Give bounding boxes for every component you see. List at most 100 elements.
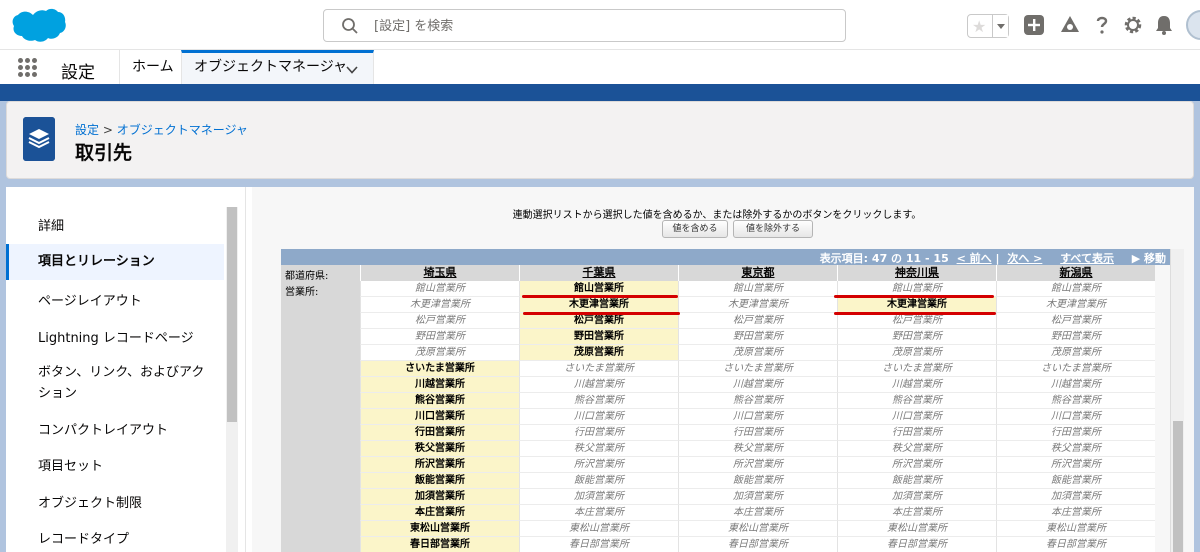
next-link[interactable]: 次へ > — [1007, 252, 1042, 265]
grid-cell[interactable]: 木更津営業所 — [360, 297, 519, 313]
grid-cell[interactable]: さいたま営業所 — [678, 361, 837, 377]
notifications-bell-icon[interactable] — [1153, 14, 1175, 36]
grid-cell[interactable]: 木更津営業所 — [678, 297, 837, 313]
show-all-link[interactable]: すべて表示 — [1060, 252, 1114, 265]
grid-cell[interactable]: 加須営業所 — [519, 489, 678, 505]
matrix-scrollbar[interactable] — [1170, 249, 1184, 552]
grid-cell[interactable]: 川口営業所 — [360, 409, 519, 425]
grid-cell[interactable]: 熊谷営業所 — [837, 393, 996, 409]
grid-cell[interactable]: 秩父営業所 — [678, 441, 837, 457]
global-search[interactable] — [323, 9, 846, 42]
breadcrumb-object-manager-link[interactable]: オブジェクトマネージャ — [117, 123, 248, 137]
grid-cell[interactable]: 川越営業所 — [678, 377, 837, 393]
grid-cell[interactable]: 東松山営業所 — [360, 521, 519, 537]
grid-cell[interactable]: 木更津営業所 — [837, 297, 996, 313]
grid-cell[interactable]: 秩父営業所 — [837, 441, 996, 457]
grid-cell[interactable]: 東松山営業所 — [996, 521, 1155, 537]
grid-cell[interactable]: 飯能営業所 — [519, 473, 678, 489]
grid-cell[interactable]: 加須営業所 — [360, 489, 519, 505]
grid-cell[interactable]: 所沢営業所 — [837, 457, 996, 473]
grid-cell[interactable]: 茂原営業所 — [996, 345, 1155, 361]
grid-cell[interactable]: 野田営業所 — [837, 329, 996, 345]
grid-cell[interactable]: 秩父営業所 — [519, 441, 678, 457]
sidebar-item-details[interactable]: 詳細 — [6, 215, 224, 234]
sidebar-scrollbar[interactable] — [226, 207, 238, 552]
chevron-down-icon[interactable] — [345, 59, 359, 87]
favorites-button[interactable]: ★ — [967, 14, 1009, 38]
grid-cell[interactable]: 飯能営業所 — [996, 473, 1155, 489]
grid-cell[interactable]: 熊谷営業所 — [519, 393, 678, 409]
sidebar-item-compact-layouts[interactable]: コンパクトレイアウト — [6, 419, 224, 438]
grid-cell[interactable]: 春日部営業所 — [837, 537, 996, 552]
grid-cell[interactable]: 本庄営業所 — [360, 505, 519, 521]
trailhead-icon[interactable] — [1059, 14, 1081, 36]
grid-cell[interactable]: 飯能営業所 — [360, 473, 519, 489]
grid-cell[interactable]: 熊谷営業所 — [360, 393, 519, 409]
grid-cell[interactable]: 行田営業所 — [519, 425, 678, 441]
grid-cell[interactable]: 川口営業所 — [996, 409, 1155, 425]
grid-cell[interactable]: 川越営業所 — [837, 377, 996, 393]
column-header[interactable]: 埼玉県 — [360, 265, 519, 281]
grid-cell[interactable]: 加須営業所 — [678, 489, 837, 505]
grid-cell[interactable]: 東松山営業所 — [678, 521, 837, 537]
grid-cell[interactable]: 松戸営業所 — [360, 313, 519, 329]
grid-cell[interactable]: 飯能営業所 — [678, 473, 837, 489]
grid-cell[interactable]: 加須営業所 — [837, 489, 996, 505]
grid-cell[interactable]: 館山営業所 — [360, 281, 519, 297]
grid-cell[interactable]: 茂原営業所 — [519, 345, 678, 361]
gear-icon[interactable] — [1122, 14, 1144, 36]
grid-cell[interactable]: 本庄営業所 — [678, 505, 837, 521]
grid-cell[interactable]: 川口営業所 — [678, 409, 837, 425]
grid-cell[interactable]: さいたま営業所 — [360, 361, 519, 377]
grid-cell[interactable]: 春日部営業所 — [678, 537, 837, 552]
grid-cell[interactable]: 木更津営業所 — [519, 297, 678, 313]
grid-cell[interactable]: 所沢営業所 — [360, 457, 519, 473]
grid-cell[interactable]: 野田営業所 — [519, 329, 678, 345]
grid-cell[interactable]: 所沢営業所 — [996, 457, 1155, 473]
grid-cell[interactable]: 川口営業所 — [837, 409, 996, 425]
grid-cell[interactable]: 茂原営業所 — [360, 345, 519, 361]
sidebar-item-record-types[interactable]: レコードタイプ — [6, 528, 224, 547]
grid-cell[interactable]: 熊谷営業所 — [678, 393, 837, 409]
breadcrumb-setup-link[interactable]: 設定 — [75, 123, 99, 137]
column-header[interactable]: 千葉県 — [519, 265, 678, 281]
grid-cell[interactable]: 行田営業所 — [837, 425, 996, 441]
grid-cell[interactable]: 松戸営業所 — [996, 313, 1155, 329]
grid-cell[interactable]: 茂原営業所 — [837, 345, 996, 361]
grid-cell[interactable]: 本庄営業所 — [519, 505, 678, 521]
grid-cell[interactable]: 秩父営業所 — [996, 441, 1155, 457]
grid-cell[interactable]: 飯能営業所 — [837, 473, 996, 489]
grid-cell[interactable]: 松戸営業所 — [678, 313, 837, 329]
include-values-button[interactable]: 値を含める — [662, 220, 728, 238]
grid-cell[interactable]: 川口営業所 — [519, 409, 678, 425]
sidebar-item-object-limits[interactable]: オブジェクト制限 — [6, 492, 224, 511]
grid-cell[interactable]: 川越営業所 — [360, 377, 519, 393]
sidebar-item-page-layouts[interactable]: ページレイアウト — [6, 290, 224, 309]
grid-cell[interactable]: 木更津営業所 — [996, 297, 1155, 313]
help-icon[interactable] — [1091, 14, 1113, 36]
app-launcher-icon[interactable] — [18, 58, 38, 78]
grid-cell[interactable]: 川越営業所 — [996, 377, 1155, 393]
grid-cell[interactable]: さいたま営業所 — [519, 361, 678, 377]
salesforce-logo[interactable] — [10, 8, 66, 46]
grid-cell[interactable]: 所沢営業所 — [519, 457, 678, 473]
sidebar-item-buttons-links-actions[interactable]: ボタン、リンク、およびアクション — [6, 362, 206, 404]
grid-cell[interactable]: さいたま営業所 — [996, 361, 1155, 377]
tab-home[interactable]: ホーム — [119, 50, 186, 84]
sidebar-item-field-sets[interactable]: 項目セット — [6, 455, 224, 474]
grid-cell[interactable]: 東松山営業所 — [519, 521, 678, 537]
exclude-values-button[interactable]: 値を除外する — [733, 220, 813, 238]
user-avatar[interactable] — [1186, 10, 1200, 40]
grid-cell[interactable]: 茂原営業所 — [678, 345, 837, 361]
column-header[interactable]: 東京都 — [678, 265, 837, 281]
grid-cell[interactable]: 川越営業所 — [519, 377, 678, 393]
grid-cell[interactable]: 春日部営業所 — [519, 537, 678, 552]
search-input[interactable] — [374, 16, 834, 36]
grid-cell[interactable]: 野田営業所 — [678, 329, 837, 345]
grid-cell[interactable]: 本庄営業所 — [837, 505, 996, 521]
grid-cell[interactable]: 行田営業所 — [678, 425, 837, 441]
grid-cell[interactable]: 行田営業所 — [996, 425, 1155, 441]
grid-cell[interactable]: 春日部営業所 — [996, 537, 1155, 552]
tab-object-manager[interactable]: オブジェクトマネージャ — [181, 50, 374, 84]
sidebar-item-lightning-record-pages[interactable]: Lightning レコードページ — [6, 327, 224, 346]
